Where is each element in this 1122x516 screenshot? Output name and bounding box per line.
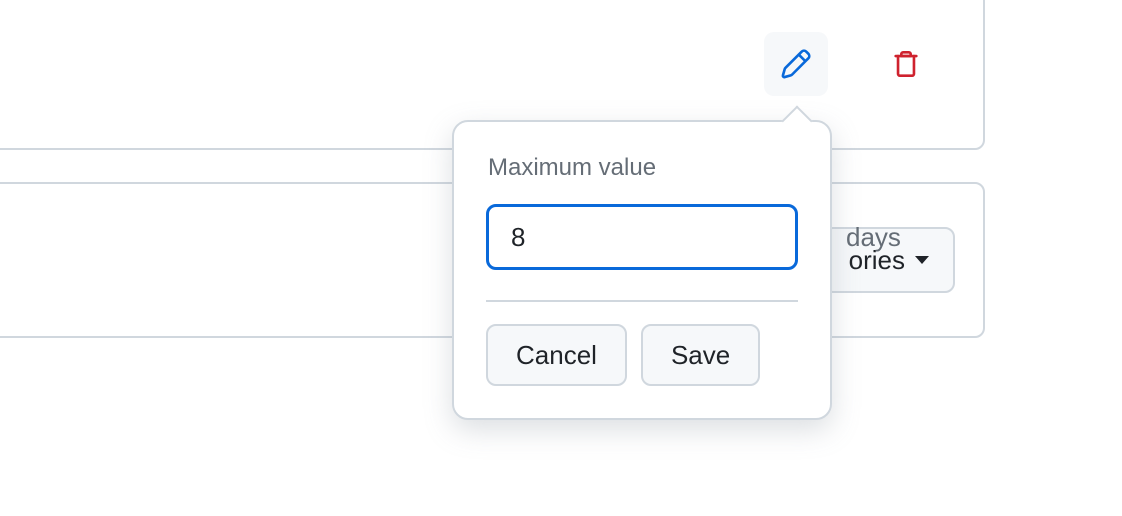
delete-button[interactable] <box>874 32 938 96</box>
maximum-value-input[interactable] <box>511 222 846 253</box>
trash-icon <box>891 49 921 79</box>
cancel-button[interactable]: Cancel <box>486 324 627 386</box>
caret-down-icon <box>915 256 929 264</box>
popover-separator <box>486 300 798 302</box>
edit-popover: Maximum value days Cancel Save <box>452 120 832 420</box>
popover-actions: Cancel Save <box>486 324 798 386</box>
maximum-value-input-wrap[interactable]: days <box>486 204 798 270</box>
save-button[interactable]: Save <box>641 324 760 386</box>
maximum-value-label: Maximum value <box>488 154 798 182</box>
input-unit-label: days <box>846 222 901 253</box>
pencil-icon <box>781 49 811 79</box>
edit-button[interactable] <box>764 32 828 96</box>
